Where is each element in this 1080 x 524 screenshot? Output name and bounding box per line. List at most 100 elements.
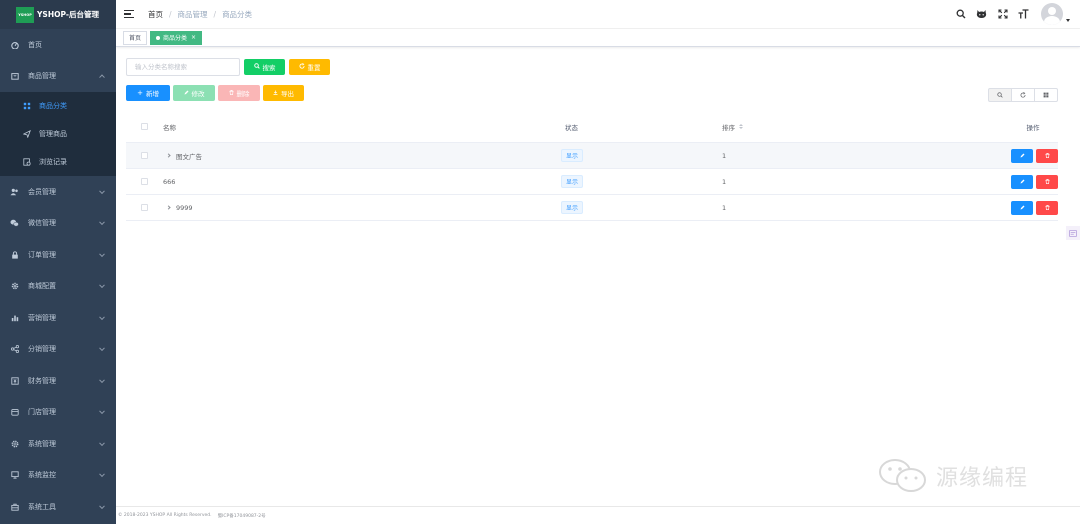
row-delete-button[interactable] — [1036, 200, 1058, 215]
row-sort: 1 — [722, 151, 727, 160]
sidebar-item-mall-config[interactable]: 商城配置 — [0, 271, 116, 303]
sidebar-item-label: 营销管理 — [28, 313, 56, 322]
search-input[interactable] — [126, 58, 240, 76]
toggle-search-button[interactable] — [988, 88, 1012, 102]
table-tools — [988, 88, 1058, 102]
edit-icon — [184, 89, 189, 97]
table-header: 名称 状态 排序 操作 — [126, 111, 1058, 143]
row-checkbox[interactable] — [141, 204, 148, 211]
sidebar-item-orders[interactable]: 订单管理 — [0, 239, 116, 271]
tool-icon — [10, 502, 19, 511]
edit-button[interactable]: 修改 — [173, 85, 215, 101]
store-icon — [10, 408, 19, 417]
chevron-down-icon — [99, 219, 105, 226]
sidebar-item-home[interactable]: 首页 — [0, 29, 116, 61]
row-delete-button[interactable] — [1036, 174, 1058, 189]
sidebar-item-distribution[interactable]: 分销管理 — [0, 334, 116, 366]
sidebar-item-category[interactable]: 商品分类 — [0, 92, 116, 120]
column-header-sort-label: 排序 — [722, 123, 735, 132]
sidebar-item-label: 系统工具 — [28, 502, 56, 511]
submenu-goods: 商品分类 管理商品 浏览记录 — [0, 92, 116, 176]
font-size-icon[interactable] — [1018, 9, 1029, 20]
tag-label: 首页 — [129, 35, 142, 42]
caret-down-icon[interactable] — [1066, 18, 1070, 22]
chevron-down-icon — [99, 188, 105, 194]
export-button[interactable]: 导出 — [263, 85, 304, 101]
wechat-logo-icon — [879, 459, 926, 492]
sidebar-item-wechat[interactable]: 微信管理 — [0, 208, 116, 240]
sidebar-item-members[interactable]: 会员管理 — [0, 176, 116, 208]
avatar[interactable] — [1041, 3, 1063, 25]
breadcrumb-category: 商品分类 — [222, 9, 253, 19]
tag-label: 商品分类 — [163, 35, 188, 42]
close-icon[interactable]: × — [191, 34, 196, 41]
side-drawer-handle[interactable] — [1066, 226, 1080, 240]
search-icon — [253, 63, 260, 71]
chevron-down-icon — [99, 314, 105, 320]
wechat-icon — [10, 219, 19, 228]
icp-link[interactable]: 蜀ICP备17049087-2号 — [218, 513, 266, 519]
search-icon[interactable] — [955, 9, 966, 20]
row-name: 9999 — [176, 203, 193, 212]
tag-home[interactable]: 首页 — [123, 30, 148, 45]
row-name: 666 — [163, 177, 176, 186]
sidebar-item-manage-goods[interactable]: 管理商品 — [0, 120, 116, 148]
footer: © 2018-2023 YSHOP All Rights Reserved. 蜀… — [116, 506, 1080, 524]
sidebar-item-monitor[interactable]: 系统监控 — [0, 460, 116, 492]
expand-arrow-icon[interactable] — [166, 205, 171, 210]
download-icon — [273, 89, 278, 97]
logo-bar[interactable]: YSHOP YSHOP-后台管理 — [0, 0, 116, 29]
shopping-icon — [10, 72, 19, 81]
sidebar-item-system[interactable]: 系统管理 — [0, 428, 116, 460]
finance-icon — [10, 376, 19, 385]
sidebar-item-label: 管理商品 — [39, 130, 67, 138]
chevron-down-icon — [99, 251, 105, 257]
main-area: 首页 / 商品管理 / 商品分类 首页 商品分类 × 输入分类名称搜索 搜索 重… — [116, 0, 1080, 524]
sidebar-item-finance[interactable]: 财务管理 — [0, 365, 116, 397]
row-checkbox[interactable] — [141, 152, 148, 159]
sidebar-item-store[interactable]: 门店管理 — [0, 397, 116, 429]
row-edit-button[interactable] — [1011, 200, 1033, 215]
reset-button[interactable]: 重置 — [289, 59, 330, 75]
logo-image: YSHOP — [16, 6, 34, 23]
plus-icon: + — [137, 89, 143, 97]
hamburger-icon[interactable] — [124, 9, 134, 19]
expand-arrow-icon[interactable] — [166, 153, 171, 158]
copyright-text: © 2018-2023 YSHOP All Rights Reserved. — [118, 513, 212, 518]
row-checkbox[interactable] — [141, 178, 148, 185]
add-button[interactable]: + 新增 — [126, 85, 170, 101]
chart-icon — [10, 313, 19, 322]
sidebar-item-marketing[interactable]: 营销管理 — [0, 302, 116, 334]
export-button-label: 导出 — [281, 90, 294, 98]
table-row[interactable]: 图文广告 显示 1 — [126, 143, 1058, 169]
row-delete-button[interactable] — [1036, 148, 1058, 163]
columns-button[interactable] — [1034, 88, 1058, 102]
search-button[interactable]: 搜索 — [244, 59, 285, 75]
sidebar-item-tools[interactable]: 系统工具 — [0, 491, 116, 523]
table-row[interactable]: 666 显示 1 — [126, 169, 1058, 195]
sidebar-item-label: 会员管理 — [28, 187, 56, 196]
sort-caret-icon[interactable] — [739, 124, 743, 129]
trash-icon — [1045, 153, 1049, 158]
system-icon — [10, 439, 19, 448]
edit-icon — [1020, 205, 1024, 210]
github-icon[interactable] — [976, 9, 987, 20]
search-row: 搜索 重置 — [126, 58, 1070, 76]
table-row[interactable]: 9999 显示 1 — [126, 195, 1058, 221]
add-button-label: 新增 — [145, 90, 159, 98]
chevron-down-icon — [99, 377, 105, 383]
column-header-sort[interactable]: 排序 — [722, 122, 1008, 132]
fullscreen-icon[interactable] — [997, 9, 1008, 20]
row-edit-button[interactable] — [1011, 174, 1033, 189]
breadcrumb: 首页 / 商品管理 / 商品分类 — [148, 9, 252, 20]
tag-category[interactable]: 商品分类 × — [150, 30, 203, 45]
breadcrumb-home[interactable]: 首页 — [148, 9, 163, 20]
sidebar-item-goods[interactable]: 商品管理 — [0, 61, 116, 93]
sidebar-item-browse-record[interactable]: 浏览记录 — [0, 148, 116, 176]
select-all-checkbox[interactable] — [141, 123, 148, 130]
row-edit-button[interactable] — [1011, 148, 1033, 163]
refresh-button[interactable] — [1011, 88, 1035, 102]
delete-button[interactable]: 删除 — [218, 85, 260, 101]
category-table: 名称 状态 排序 操作 图文广告 显示 1 666 显示 1 9999 显示 1 — [126, 111, 1058, 221]
sidebar-item-label: 订单管理 — [28, 250, 56, 259]
